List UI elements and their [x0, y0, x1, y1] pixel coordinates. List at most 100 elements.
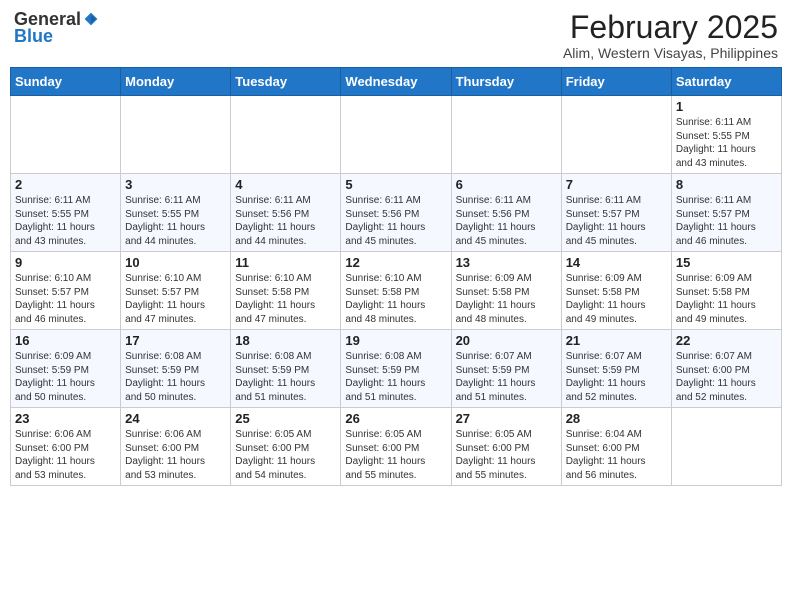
day-number: 1: [676, 99, 777, 114]
day-info: Sunrise: 6:07 AM Sunset: 5:59 PM Dayligh…: [566, 350, 667, 404]
day-info: Sunrise: 6:10 AM Sunset: 5:58 PM Dayligh…: [235, 272, 336, 326]
day-cell: 10 Sunrise: 6:10 AM Sunset: 5:57 PM Dayli…: [121, 252, 231, 330]
day-cell: [341, 96, 451, 174]
day-info: Sunrise: 6:09 AM Sunset: 5:59 PM Dayligh…: [15, 350, 116, 404]
day-info: Sunrise: 6:08 AM Sunset: 5:59 PM Dayligh…: [345, 350, 446, 404]
day-info: Sunrise: 6:10 AM Sunset: 5:57 PM Dayligh…: [15, 272, 116, 326]
day-cell: 17 Sunrise: 6:08 AM Sunset: 5:59 PM Dayli…: [121, 330, 231, 408]
day-cell: [11, 96, 121, 174]
weekday-header-row: SundayMondayTuesdayWednesdayThursdayFrid…: [11, 68, 782, 96]
day-info: Sunrise: 6:11 AM Sunset: 5:57 PM Dayligh…: [676, 194, 777, 248]
day-number: 10: [125, 255, 226, 270]
day-cell: 26Sunrise: 6:05 AM Sunset: 6:00 PM Dayli…: [341, 408, 451, 486]
day-number: 24: [125, 411, 226, 426]
day-info: Sunrise: 6:05 AM Sunset: 6:00 PM Dayligh…: [235, 428, 336, 482]
week-row-5: 23 Sunrise: 6:06 AM Sunset: 6:00 PM Dayli…: [11, 408, 782, 486]
day-info: Sunrise: 6:11 AM Sunset: 5:55 PM Dayligh…: [125, 194, 226, 248]
weekday-header-tuesday: Tuesday: [231, 68, 341, 96]
day-info: Sunrise: 6:11 AM Sunset: 5:57 PM Dayligh…: [566, 194, 667, 248]
day-cell: 9 Sunrise: 6:10 AM Sunset: 5:57 PM Daylig…: [11, 252, 121, 330]
day-info: Sunrise: 6:06 AM Sunset: 6:00 PM Dayligh…: [125, 428, 226, 482]
location: Alim, Western Visayas, Philippines: [563, 45, 778, 61]
day-cell: 1 Sunrise: 6:11 AM Sunset: 5:55 PM Daylig…: [671, 96, 781, 174]
day-number: 5: [345, 177, 446, 192]
day-cell: [121, 96, 231, 174]
day-number: 2: [15, 177, 116, 192]
day-number: 12: [345, 255, 446, 270]
day-info: Sunrise: 6:06 AM Sunset: 6:00 PM Dayligh…: [15, 428, 116, 482]
week-row-3: 9 Sunrise: 6:10 AM Sunset: 5:57 PM Daylig…: [11, 252, 782, 330]
day-number: 22: [676, 333, 777, 348]
day-number: 23: [15, 411, 116, 426]
day-info: Sunrise: 6:08 AM Sunset: 5:59 PM Dayligh…: [125, 350, 226, 404]
day-cell: 14Sunrise: 6:09 AM Sunset: 5:58 PM Dayli…: [561, 252, 671, 330]
day-cell: 5 Sunrise: 6:11 AM Sunset: 5:56 PM Daylig…: [341, 174, 451, 252]
day-number: 21: [566, 333, 667, 348]
day-info: Sunrise: 6:05 AM Sunset: 6:00 PM Dayligh…: [456, 428, 557, 482]
logo: General Blue: [14, 10, 99, 47]
weekday-header-saturday: Saturday: [671, 68, 781, 96]
day-cell: [671, 408, 781, 486]
day-cell: 20 Sunrise: 6:07 AM Sunset: 5:59 PM Dayli…: [451, 330, 561, 408]
day-cell: 7 Sunrise: 6:11 AM Sunset: 5:57 PM Daylig…: [561, 174, 671, 252]
day-cell: 2Sunrise: 6:11 AM Sunset: 5:55 PM Daylig…: [11, 174, 121, 252]
logo-icon: [83, 11, 99, 27]
day-number: 18: [235, 333, 336, 348]
weekday-header-monday: Monday: [121, 68, 231, 96]
day-cell: 8 Sunrise: 6:11 AM Sunset: 5:57 PM Daylig…: [671, 174, 781, 252]
logo-blue: Blue: [14, 26, 53, 46]
day-cell: 13 Sunrise: 6:09 AM Sunset: 5:58 PM Dayli…: [451, 252, 561, 330]
day-cell: 18 Sunrise: 6:08 AM Sunset: 5:59 PM Dayli…: [231, 330, 341, 408]
day-number: 28: [566, 411, 667, 426]
day-cell: 28 Sunrise: 6:04 AM Sunset: 6:00 PM Dayli…: [561, 408, 671, 486]
day-info: Sunrise: 6:04 AM Sunset: 6:00 PM Dayligh…: [566, 428, 667, 482]
day-cell: [561, 96, 671, 174]
day-number: 20: [456, 333, 557, 348]
day-number: 4: [235, 177, 336, 192]
weekday-header-wednesday: Wednesday: [341, 68, 451, 96]
day-number: 7: [566, 177, 667, 192]
day-cell: 6 Sunrise: 6:11 AM Sunset: 5:56 PM Daylig…: [451, 174, 561, 252]
day-info: Sunrise: 6:09 AM Sunset: 5:58 PM Dayligh…: [456, 272, 557, 326]
day-number: 6: [456, 177, 557, 192]
day-number: 19: [345, 333, 446, 348]
calendar-table: SundayMondayTuesdayWednesdayThursdayFrid…: [10, 67, 782, 486]
weekday-header-thursday: Thursday: [451, 68, 561, 96]
day-cell: 19 Sunrise: 6:08 AM Sunset: 5:59 PM Dayli…: [341, 330, 451, 408]
day-cell: 15Sunrise: 6:09 AM Sunset: 5:58 PM Dayli…: [671, 252, 781, 330]
day-info: Sunrise: 6:11 AM Sunset: 5:56 PM Dayligh…: [345, 194, 446, 248]
day-number: 9: [15, 255, 116, 270]
week-row-1: 1 Sunrise: 6:11 AM Sunset: 5:55 PM Daylig…: [11, 96, 782, 174]
day-info: Sunrise: 6:11 AM Sunset: 5:56 PM Dayligh…: [235, 194, 336, 248]
page-header: General Blue February 2025 Alim, Western…: [10, 10, 782, 61]
day-cell: 22 Sunrise: 6:07 AM Sunset: 6:00 PM Dayli…: [671, 330, 781, 408]
day-number: 14: [566, 255, 667, 270]
day-cell: 24 Sunrise: 6:06 AM Sunset: 6:00 PM Dayli…: [121, 408, 231, 486]
day-info: Sunrise: 6:07 AM Sunset: 6:00 PM Dayligh…: [676, 350, 777, 404]
month-title: February 2025: [563, 10, 778, 45]
day-cell: 4 Sunrise: 6:11 AM Sunset: 5:56 PM Daylig…: [231, 174, 341, 252]
day-info: Sunrise: 6:10 AM Sunset: 5:58 PM Dayligh…: [345, 272, 446, 326]
day-cell: 12 Sunrise: 6:10 AM Sunset: 5:58 PM Dayli…: [341, 252, 451, 330]
day-cell: 23 Sunrise: 6:06 AM Sunset: 6:00 PM Dayli…: [11, 408, 121, 486]
day-info: Sunrise: 6:09 AM Sunset: 5:58 PM Dayligh…: [676, 272, 777, 326]
day-cell: 11Sunrise: 6:10 AM Sunset: 5:58 PM Dayli…: [231, 252, 341, 330]
weekday-header-sunday: Sunday: [11, 68, 121, 96]
day-info: Sunrise: 6:07 AM Sunset: 5:59 PM Dayligh…: [456, 350, 557, 404]
day-info: Sunrise: 6:10 AM Sunset: 5:57 PM Dayligh…: [125, 272, 226, 326]
day-number: 17: [125, 333, 226, 348]
day-cell: 27Sunrise: 6:05 AM Sunset: 6:00 PM Dayli…: [451, 408, 561, 486]
day-info: Sunrise: 6:11 AM Sunset: 5:56 PM Dayligh…: [456, 194, 557, 248]
day-info: Sunrise: 6:08 AM Sunset: 5:59 PM Dayligh…: [235, 350, 336, 404]
day-number: 25: [235, 411, 336, 426]
day-number: 13: [456, 255, 557, 270]
weekday-header-friday: Friday: [561, 68, 671, 96]
day-info: Sunrise: 6:11 AM Sunset: 5:55 PM Dayligh…: [676, 116, 777, 170]
week-row-2: 2 Sunrise: 6:11 AM Sunset: 5:55 PM Daylig…: [11, 174, 782, 252]
day-number: 16: [15, 333, 116, 348]
day-number: 8: [676, 177, 777, 192]
day-cell: 25 Sunrise: 6:05 AM Sunset: 6:00 PM Dayli…: [231, 408, 341, 486]
week-row-4: 16 Sunrise: 6:09 AM Sunset: 5:59 PM Dayli…: [11, 330, 782, 408]
day-number: 26: [345, 411, 446, 426]
day-cell: 16 Sunrise: 6:09 AM Sunset: 5:59 PM Dayli…: [11, 330, 121, 408]
